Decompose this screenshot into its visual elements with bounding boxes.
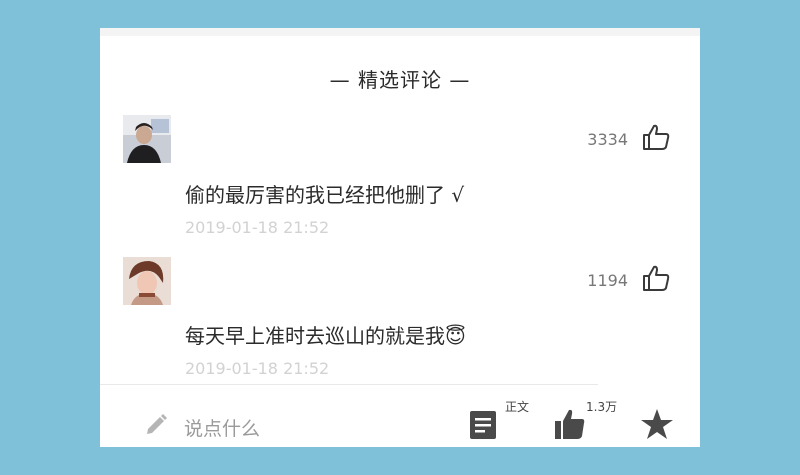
like-count: 1194 <box>587 271 628 290</box>
thumbs-up-outline-icon[interactable] <box>641 123 671 151</box>
thumbs-up-filled-icon[interactable] <box>554 408 586 440</box>
comment-item: 3334 偷的最厉害的我已经把他删了 √ 2019-01-18 21:52 <box>100 113 700 253</box>
thumbs-up-outline-icon[interactable] <box>641 264 671 292</box>
avatar[interactable] <box>123 115 171 163</box>
star-icon[interactable] <box>640 408 674 440</box>
avatar[interactable] <box>123 257 171 305</box>
bottom-action-bar: 说点什么 正文 1.3万 <box>100 386 700 447</box>
section-title: — 精选评论 — <box>329 68 471 92</box>
doc-label: 正文 <box>505 400 530 414</box>
comment-timestamp: 2019-01-18 21:52 <box>185 218 330 237</box>
top-strip <box>100 28 700 36</box>
comment-item: 1194 每天早上准时去巡山的就是我😇 2019-01-18 21:52 <box>100 254 700 394</box>
comments-panel: — 精选评论 — 3334 偷的最厉害的我已经把他删了 √ 2019-01-18… <box>100 28 700 447</box>
comment-timestamp: 2019-01-18 21:52 <box>185 359 330 378</box>
comment-text: 每天早上准时去巡山的就是我😇 <box>185 324 466 348</box>
pencil-icon[interactable] <box>144 413 168 437</box>
comment-text: 偷的最厉害的我已经把他删了 √ <box>185 183 465 207</box>
divider <box>100 384 598 385</box>
like-count: 3334 <box>587 130 628 149</box>
comment-input[interactable]: 说点什么 <box>184 414 260 441</box>
document-icon[interactable] <box>469 410 497 440</box>
like-total: 1.3万 <box>586 400 618 414</box>
